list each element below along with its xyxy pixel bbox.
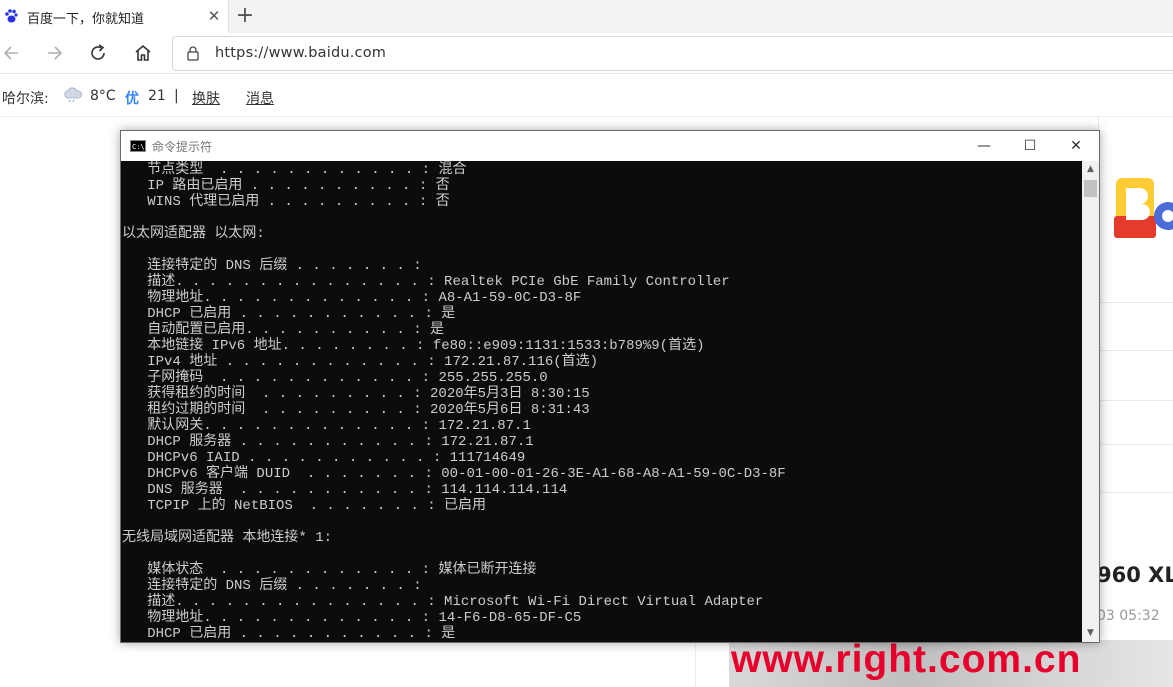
home-icon[interactable] [131, 41, 155, 65]
console-line: DHCPv6 客户端 DUID . . . . . . . : 00-01-00… [122, 466, 786, 482]
console-line: 描述. . . . . . . . . . . . . . . : Realte… [122, 274, 730, 290]
section-divider [1099, 400, 1173, 401]
lock-icon [187, 46, 199, 61]
console-line: DHCP 已启用 . . . . . . . . . . . : 是 [122, 306, 456, 322]
console-line: DNS 服务器 . . . . . . . . . . . : 114.114.… [122, 482, 568, 498]
city-label: 哈尔滨: [2, 91, 49, 107]
console-line: DHCP 服务器 . . . . . . . . . . . : 172.21.… [122, 434, 534, 450]
news-time: 03 05:32 [1097, 608, 1160, 624]
paw-icon [5, 9, 18, 23]
url-text: https://www.baidu.com [215, 45, 387, 61]
console-line: 子网掩码 . . . . . . . . . . . . : 255.255.2… [122, 370, 548, 386]
console-line: 租约过期的时间 . . . . . . . . . : 2020年5月6日 8:… [122, 402, 590, 418]
skin-link[interactable]: 换肤 [192, 88, 220, 108]
svg-text:C:\: C:\ [132, 143, 145, 151]
console-lines: 节点类型 . . . . . . . . . . . . : 混合 IP 路由已… [122, 162, 786, 642]
minimize-button[interactable]: — [961, 131, 1007, 161]
watermark: www.right.com.cn [731, 638, 1082, 681]
console-line: 以太网适配器 以太网: [122, 226, 265, 242]
console-output[interactable]: 节点类型 . . . . . . . . . . . . : 混合 IP 路由已… [121, 161, 1082, 642]
section-divider [1099, 302, 1173, 303]
scrollbar[interactable]: ▲ ▼ [1082, 161, 1099, 642]
scroll-down-icon[interactable]: ▼ [1082, 625, 1099, 642]
baidu-top-bar: 哈尔滨: 8°C 优 21 | 换肤 消息 [0, 74, 1173, 117]
separator: | [174, 88, 179, 104]
scroll-thumb[interactable] [1084, 180, 1097, 197]
cloud-rain-icon [64, 87, 83, 103]
console-line: DHCP 已启用 . . . . . . . . . . . : 是 [122, 626, 456, 642]
section-divider [1099, 444, 1173, 445]
tab-title: 百度一下，你就知道 [27, 12, 145, 27]
news-headline[interactable]: 960 XL [1097, 563, 1173, 587]
console-line: 物理地址. . . . . . . . . . . . . : A8-A1-59… [122, 290, 582, 306]
console-line: IPv4 地址 . . . . . . . . . . . . : 172.21… [122, 354, 599, 370]
section-divider [1099, 492, 1173, 493]
messages-link[interactable]: 消息 [246, 88, 274, 108]
cmd-title: 命令提示符 [152, 140, 213, 154]
refresh-icon[interactable] [86, 41, 110, 65]
console-line: 默认网关. . . . . . . . . . . . . : 172.21.8… [122, 418, 531, 434]
browser-toolbar: https://www.baidu.com [0, 33, 1173, 74]
logo-graphic [1114, 178, 1173, 238]
cmd-titlebar[interactable]: C:\ 命令提示符 — ☐ ✕ [121, 131, 1099, 161]
close-tab-icon[interactable]: ✕ [204, 6, 224, 26]
console-line: 物理地址. . . . . . . . . . . . . : 14-F6-D8… [122, 610, 582, 626]
maximize-button[interactable]: ☐ [1007, 131, 1053, 161]
tab-bar: 百度一下，你就知道 ✕ + [0, 0, 1173, 33]
console-line: WINS 代理已启用 . . . . . . . . . : 否 [122, 194, 450, 210]
column-divider [695, 641, 696, 687]
console-line: 媒体状态 . . . . . . . . . . . . : 媒体已断开连接 [122, 562, 537, 578]
arrow-right-icon[interactable] [42, 41, 66, 65]
temperature: 8°C [90, 88, 116, 104]
console-line: DHCPv6 IAID . . . . . . . . . . . : 1117… [122, 450, 526, 466]
console-line: 自动配置已启用. . . . . . . . . . : 是 [122, 322, 445, 338]
scroll-up-icon[interactable]: ▲ [1082, 161, 1099, 178]
aqi-level[interactable]: 优 [125, 88, 139, 108]
console-icon: C:\ [130, 140, 146, 152]
cmd-window[interactable]: C:\ 命令提示符 — ☐ ✕ 节点类型 . . . . . . . . . .… [120, 130, 1100, 643]
console-line: 节点类型 . . . . . . . . . . . . : 混合 [122, 162, 467, 178]
console-line: 无线局域网适配器 本地连接* 1: [122, 530, 333, 546]
new-tab-button[interactable]: + [234, 5, 256, 27]
address-bar[interactable]: https://www.baidu.com [172, 36, 1173, 71]
arrow-left-icon[interactable] [0, 41, 24, 65]
console-line: 连接特定的 DNS 后缀 . . . . . . . : [122, 258, 422, 274]
tab-baidu[interactable]: 百度一下，你就知道 ✕ [0, 0, 229, 33]
console-line: TCPIP 上的 NetBIOS . . . . . . . : 已启用 [122, 498, 487, 514]
console-line: IP 路由已启用 . . . . . . . . . . : 否 [122, 178, 450, 194]
close-button[interactable]: ✕ [1053, 131, 1099, 161]
console-line: 获得租约的时间 . . . . . . . . . : 2020年5月3日 8:… [122, 386, 590, 402]
console-line: 描述. . . . . . . . . . . . . . . : Micros… [122, 594, 764, 610]
section-divider [1099, 350, 1173, 351]
console-line: 连接特定的 DNS 后缀 . . . . . . . : [122, 578, 422, 594]
aqi-value[interactable]: 21 [148, 88, 166, 104]
console-line: 本地链接 IPv6 地址. . . . . . . . : fe80::e909… [122, 338, 705, 354]
